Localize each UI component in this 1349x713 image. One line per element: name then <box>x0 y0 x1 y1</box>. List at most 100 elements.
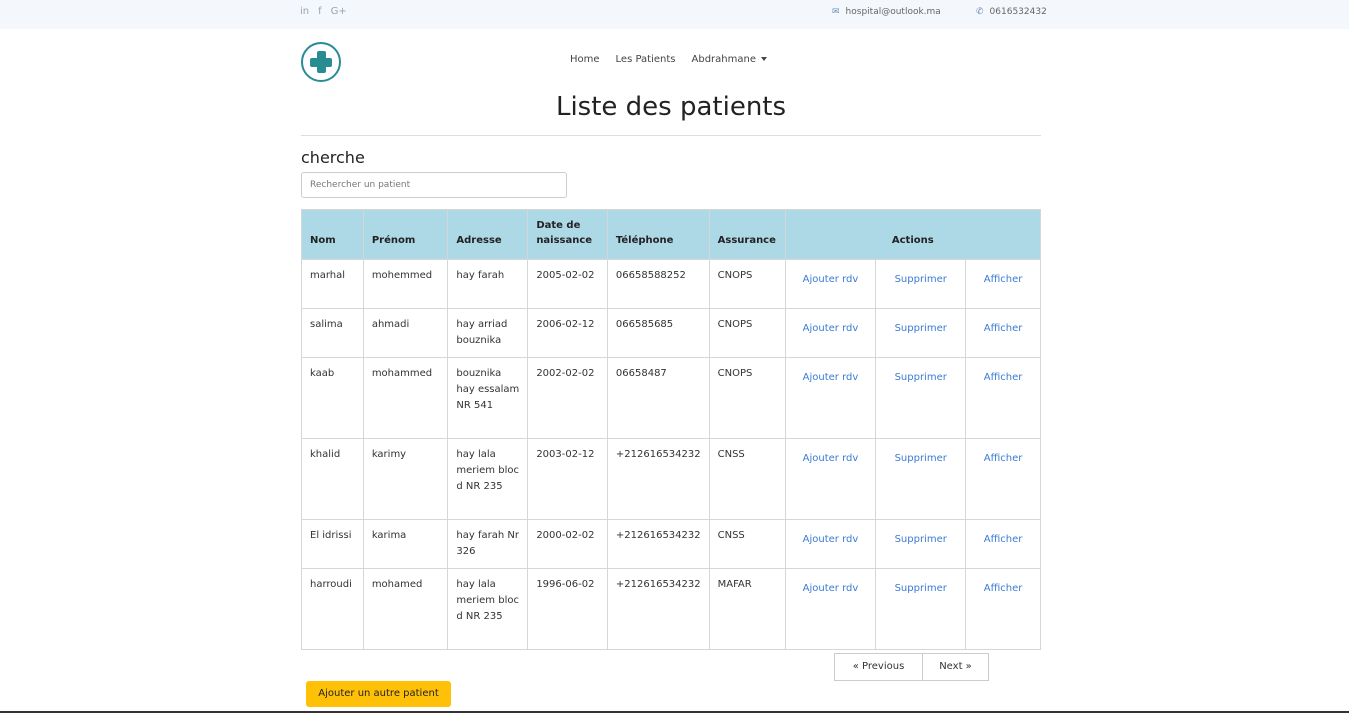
show-link[interactable]: Afficher <box>984 323 1023 334</box>
col-actions: Actions <box>784 209 1042 260</box>
google-plus-icon[interactable]: G+ <box>331 6 347 17</box>
delete-link[interactable]: Supprimer <box>895 372 947 383</box>
cell-date: 2005-02-02 <box>527 259 608 309</box>
table-row: khalid karimy hay lala meriem bloc d NR 23… <box>301 438 1041 520</box>
action-cell: Afficher <box>965 259 1041 309</box>
add-rdv-link[interactable]: Ajouter rdv <box>803 534 859 545</box>
table-row: kaab mohammed bouznika hay essalam NR 541 2… <box>301 357 1041 439</box>
delete-link[interactable]: Supprimer <box>895 534 947 545</box>
cell-assurance: CNSS <box>708 519 786 569</box>
search-label: cherche <box>301 148 365 167</box>
cell-assurance: CNOPS <box>708 357 786 439</box>
top-bar: in f G+ ✉ hospital@outlook.ma ✆ 06165324… <box>0 0 1349 29</box>
cell-assurance: CNSS <box>708 438 786 520</box>
action-cell: Ajouter rdv <box>784 259 877 309</box>
cell-telephone: 066585685 <box>606 308 710 358</box>
action-cell: Supprimer <box>875 568 967 650</box>
cell-date: 2002-02-02 <box>527 357 608 439</box>
action-cell: Supprimer <box>875 519 967 569</box>
action-cell: Afficher <box>965 568 1041 650</box>
cross-icon-bar <box>310 58 332 67</box>
cell-nom: El idrissi <box>301 519 364 569</box>
show-link[interactable]: Afficher <box>984 274 1023 285</box>
cell-prenom: karimy <box>362 438 449 520</box>
add-rdv-link[interactable]: Ajouter rdv <box>803 583 859 594</box>
table-row: marhal mohemmed hay farah 2005-02-02 0665858… <box>301 259 1041 309</box>
cell-telephone: 06658487 <box>606 357 710 439</box>
cell-adresse: hay lala meriem bloc d NR 235 <box>447 568 529 650</box>
col-prenom: Prénom <box>362 209 449 260</box>
cell-nom: marhal <box>301 259 364 309</box>
social-links: in f G+ <box>300 6 347 17</box>
col-adresse: Adresse <box>447 209 529 260</box>
cell-assurance: CNOPS <box>708 308 786 358</box>
table-row: El idrissi karima hay farah Nr 326 2000-02-… <box>301 519 1041 569</box>
delete-link[interactable]: Supprimer <box>895 453 947 464</box>
action-cell: Supprimer <box>875 259 967 309</box>
caret-down-icon <box>760 57 767 61</box>
phone-text: 0616532432 <box>989 7 1047 17</box>
action-cell: Afficher <box>965 308 1041 358</box>
cell-telephone: 06658588252 <box>606 259 710 309</box>
action-cell: Supprimer <box>875 438 967 520</box>
add-rdv-link[interactable]: Ajouter rdv <box>803 372 859 383</box>
cell-telephone: +212616534232 <box>606 519 710 569</box>
patients-table: Nom Prénom Adresse Date de naissance Tél… <box>301 209 1042 650</box>
action-cell: Ajouter rdv <box>784 308 877 358</box>
delete-link[interactable]: Supprimer <box>895 323 947 334</box>
delete-link[interactable]: Supprimer <box>895 583 947 594</box>
col-assurance: Assurance <box>708 209 786 260</box>
action-cell: Ajouter rdv <box>784 519 877 569</box>
add-rdv-link[interactable]: Ajouter rdv <box>803 274 859 285</box>
cell-date: 2000-02-02 <box>527 519 608 569</box>
col-nom: Nom <box>301 209 364 260</box>
delete-link[interactable]: Supprimer <box>895 274 947 285</box>
action-cell: Ajouter rdv <box>784 568 877 650</box>
previous-button[interactable]: « Previous <box>834 653 923 681</box>
search-input[interactable] <box>301 172 567 198</box>
show-link[interactable]: Afficher <box>984 534 1023 545</box>
cell-date: 2006-02-12 <box>527 308 608 358</box>
envelope-icon: ✉ <box>832 7 840 17</box>
action-cell: Ajouter rdv <box>784 357 877 439</box>
pagination: « Previous Next » <box>834 653 989 681</box>
cell-nom: kaab <box>301 357 364 439</box>
table-row: harroudi mohamed hay lala meriem bloc d NR… <box>301 568 1041 650</box>
nav-home[interactable]: Home <box>570 54 600 65</box>
col-date: Date de naissance <box>527 209 608 260</box>
nav-user-dropdown[interactable]: Abdrahmane <box>692 54 767 65</box>
hospital-logo[interactable] <box>301 42 341 82</box>
action-cell: Afficher <box>965 357 1041 439</box>
phone-icon: ✆ <box>976 7 984 17</box>
action-cell: Supprimer <box>875 308 967 358</box>
show-link[interactable]: Afficher <box>984 583 1023 594</box>
show-link[interactable]: Afficher <box>984 372 1023 383</box>
user-name: Abdrahmane <box>691 54 756 65</box>
col-telephone: Téléphone <box>606 209 710 260</box>
add-patient-button[interactable]: Ajouter un autre patient <box>306 681 451 707</box>
cell-nom: khalid <box>301 438 364 520</box>
action-cell: Ajouter rdv <box>784 438 877 520</box>
cell-adresse: hay lala meriem bloc d NR 235 <box>447 438 529 520</box>
add-rdv-link[interactable]: Ajouter rdv <box>803 453 859 464</box>
action-cell: Supprimer <box>875 357 967 439</box>
show-link[interactable]: Afficher <box>984 453 1023 464</box>
cell-prenom: mohemmed <box>362 259 449 309</box>
cell-adresse: hay arriad bouznika <box>447 308 529 358</box>
next-button[interactable]: Next » <box>923 653 989 681</box>
linkedin-icon[interactable]: in <box>300 6 309 17</box>
cell-assurance: CNOPS <box>708 259 786 309</box>
facebook-icon[interactable]: f <box>318 6 322 17</box>
cell-telephone: +212616534232 <box>606 438 710 520</box>
main-nav: Home Les Patients Abdrahmane <box>570 54 767 65</box>
table-header-row: Nom Prénom Adresse Date de naissance Tél… <box>301 209 1042 260</box>
cell-prenom: mohamed <box>362 568 449 650</box>
nav-patients[interactable]: Les Patients <box>616 54 676 65</box>
cell-adresse: hay farah Nr 326 <box>447 519 529 569</box>
cell-nom: harroudi <box>301 568 364 650</box>
cell-telephone: +212616534232 <box>606 568 710 650</box>
add-rdv-link[interactable]: Ajouter rdv <box>803 323 859 334</box>
action-cell: Afficher <box>965 519 1041 569</box>
contact-email: ✉ hospital@outlook.ma <box>832 7 941 17</box>
table-row: salima ahmadi hay arriad bouznika 2006-02-1… <box>301 308 1041 358</box>
